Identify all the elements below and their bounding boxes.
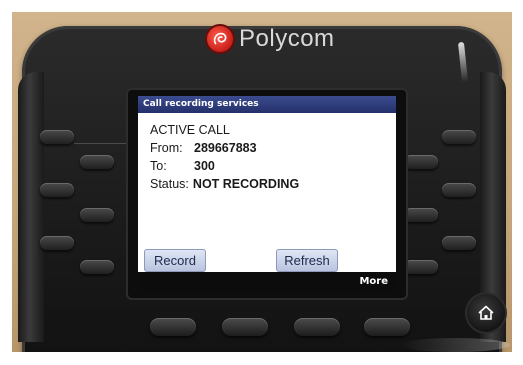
hard-softkey-1[interactable] (150, 318, 196, 336)
hard-softkey-2[interactable] (222, 318, 268, 336)
phone-display: Call recording services ACTIVE CALL From… (138, 96, 396, 292)
to-label: To: (150, 159, 167, 173)
softkey-bar: More (138, 272, 396, 292)
refresh-button[interactable]: Refresh (276, 249, 338, 272)
home-icon (478, 305, 494, 320)
line-key-right-2[interactable] (404, 155, 438, 169)
phone-left-rim (18, 72, 44, 342)
hard-softkey-4[interactable] (364, 318, 410, 336)
line-key-left-1[interactable] (40, 130, 74, 144)
key-guide (74, 143, 128, 144)
home-button[interactable] (467, 294, 505, 332)
from-row: From: 289667883 (150, 139, 396, 157)
to-row: To: 300 (150, 157, 396, 175)
status-row: Status: NOT RECORDING (150, 175, 396, 193)
line-key-right-3[interactable] (442, 183, 476, 197)
line-key-left-2[interactable] (80, 155, 114, 169)
more-button[interactable]: More (359, 276, 388, 287)
hard-softkey-3[interactable] (294, 318, 340, 336)
line-key-right-5[interactable] (442, 236, 476, 250)
polycom-logo-icon (207, 26, 233, 52)
line-key-right-6[interactable] (404, 260, 438, 274)
screen-title-bar: Call recording services (138, 96, 396, 113)
call-info: ACTIVE CALL From: 289667883 To: 300 Status… (138, 113, 396, 193)
from-label: From: (150, 141, 183, 155)
surface-glint (400, 338, 510, 352)
line-key-left-4[interactable] (80, 208, 114, 222)
to-value: 300 (194, 159, 215, 173)
from-value: 289667883 (194, 141, 257, 155)
line-key-left-6[interactable] (80, 260, 114, 274)
line-key-left-3[interactable] (40, 183, 74, 197)
line-key-left-5[interactable] (40, 236, 74, 250)
brand-name: Polycom (239, 25, 335, 52)
line-key-right-4[interactable] (404, 208, 438, 222)
status-label: Status: (150, 177, 189, 191)
status-value: NOT RECORDING (192, 177, 300, 191)
line-key-right-1[interactable] (442, 130, 476, 144)
brand: Polycom (207, 24, 335, 54)
call-state: ACTIVE CALL (150, 123, 230, 137)
record-button[interactable]: Record (144, 249, 206, 272)
